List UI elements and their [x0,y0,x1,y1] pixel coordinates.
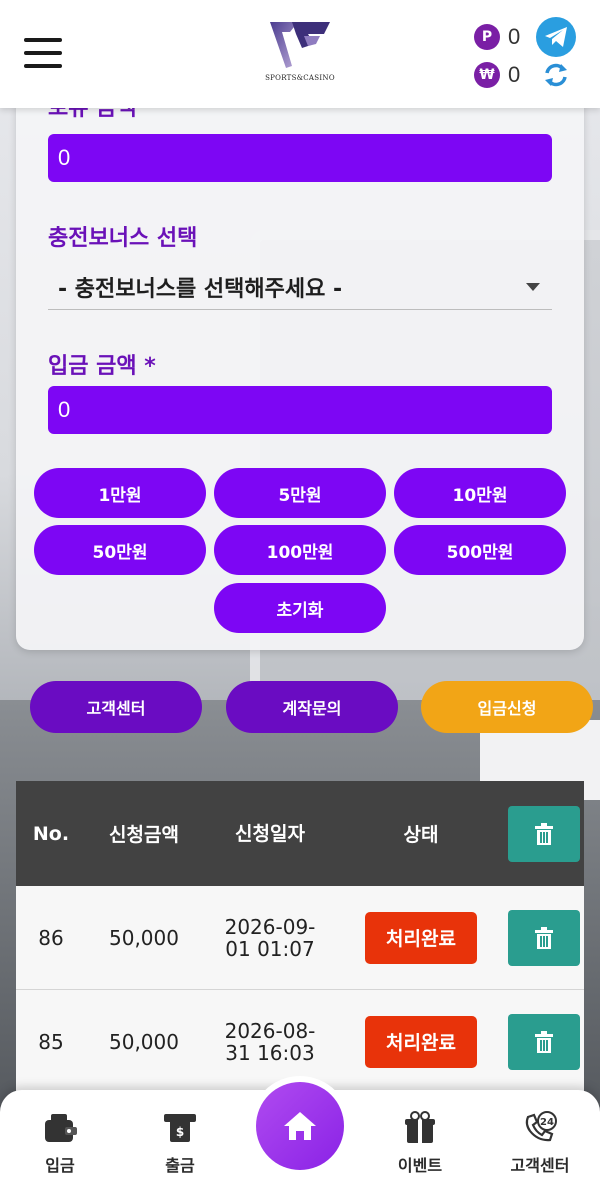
row-date: 2026-08- 31 16:03 [224,1018,316,1065]
trash-icon [535,822,553,845]
refresh-icon[interactable] [536,60,576,90]
amount-button-100000[interactable]: 10만원 [394,468,566,518]
amount-label: 입금 금액 * [48,354,156,379]
money-row: ₩ 0 [474,56,584,94]
trash-icon [535,1030,553,1053]
top-header: SPORTS&CASINO P 0 ₩ 0 [0,0,600,108]
wallet-panel: P 0 ₩ 0 [474,17,584,94]
money-value: 0 [508,62,521,87]
table-header: No. 신청금액 신청일자 상태 [16,781,584,886]
amount-button-50000[interactable]: 5만원 [214,468,386,518]
header-no: No. [32,822,70,845]
header-amount: 신청금액 [109,824,179,846]
header-date: 신청일자 [235,822,305,845]
amount-button-1000000[interactable]: 100만원 [214,525,386,575]
row-amount: 50,000 [109,925,179,950]
amount-button-10000[interactable]: 1만원 [34,468,206,518]
bonus-label: 충전보너스 선택 [48,226,198,251]
amount-button-500000[interactable]: 50만원 [34,525,206,575]
home-icon [284,1112,316,1140]
home-button[interactable] [256,1082,344,1170]
deposit-history-table: No. 신청금액 신청일자 상태 86 50,000 2026-09- 01 0… [16,781,584,1094]
logo-mark [270,22,330,68]
menu-icon[interactable] [24,38,62,70]
gift-icon [370,1110,470,1146]
telegram-icon[interactable] [536,17,576,57]
svg-text:24: 24 [540,1117,554,1128]
amount-field[interactable]: 0 [48,386,552,434]
logo-text: SPORTS&CASINO [265,74,335,82]
row-amount: 50,000 [109,1029,179,1054]
nav-event[interactable]: 이벤트 [370,1110,470,1176]
row-no: 86 [38,925,64,950]
chevron-down-icon [526,282,540,291]
header-status: 상태 [403,824,439,846]
wallet-icon [10,1110,110,1146]
support-button[interactable]: 고객센터 [30,681,202,733]
reset-button[interactable]: 초기화 [214,583,386,633]
won-icon: ₩ [474,62,500,88]
nav-deposit[interactable]: 입금 [10,1110,110,1176]
status-badge: 처리완료 [365,911,477,964]
nav-support-label: 고객센터 [510,1156,570,1175]
row-date: 2026-09- 01 01:07 [224,914,316,961]
table-row: 86 50,000 2026-09- 01 01:07 처리완료 [16,886,584,990]
nav-event-label: 이벤트 [397,1156,443,1175]
support-24-icon: 24 [490,1110,590,1146]
point-row: P 0 [474,17,584,57]
nav-deposit-label: 입금 [45,1156,75,1175]
point-value: 0 [508,24,521,49]
nav-withdraw[interactable]: $ 출금 [130,1110,230,1176]
balance-field[interactable]: 0 [48,134,552,182]
status-badge: 처리완료 [365,1015,477,1068]
cash-withdraw-icon: $ [130,1110,230,1146]
row-no: 85 [38,1029,64,1054]
account-inquiry-button[interactable]: 계작문의 [226,681,398,733]
svg-text:$: $ [176,1125,184,1139]
bonus-select[interactable]: - 충전보너스를 선택해주세요 - [48,264,552,310]
point-icon: P [474,24,500,50]
nav-withdraw-label: 출금 [165,1156,195,1175]
delete-all-button[interactable] [508,805,580,862]
bonus-select-value: - 충전보너스를 선택해주세요 - [58,276,343,302]
delete-row-button[interactable] [508,1013,580,1070]
amount-button-5000000[interactable]: 500만원 [394,525,566,575]
deposit-request-button[interactable]: 입금신청 [421,681,593,733]
deposit-form-card: 보유 금액 0 충전보너스 선택 - 충전보너스를 선택해주세요 - 입금 금액… [16,96,584,650]
nav-support[interactable]: 24 고객센터 [490,1110,590,1176]
delete-row-button[interactable] [508,909,580,966]
site-logo[interactable]: SPORTS&CASINO [262,18,338,88]
trash-icon [535,926,553,949]
